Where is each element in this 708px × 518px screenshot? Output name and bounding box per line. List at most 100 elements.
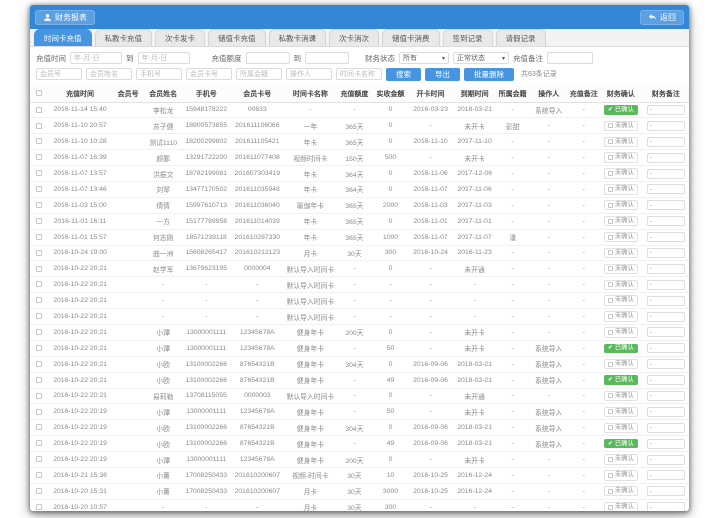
finance-remark-input[interactable] (647, 375, 685, 385)
tab-7[interactable]: 签到记录 (443, 29, 493, 46)
finance-remark-input[interactable] (647, 169, 685, 179)
finance-status-select[interactable]: 所有 ▾ (399, 52, 449, 64)
finance-remark-input[interactable] (647, 264, 685, 274)
finance-remark-input[interactable] (647, 216, 685, 226)
unconfirmed-checkbox[interactable]: 未确认 (604, 280, 638, 290)
finance-remark-input[interactable] (647, 455, 685, 465)
tab-1[interactable]: 私教卡充值 (95, 29, 153, 46)
finance-remark-input[interactable] (647, 184, 685, 194)
row-checkbox[interactable] (36, 313, 42, 319)
row-checkbox[interactable] (36, 361, 42, 367)
row-checkbox[interactable] (36, 409, 42, 415)
filter-input-0[interactable] (36, 68, 82, 80)
row-checkbox[interactable] (36, 154, 42, 160)
date-from-input[interactable] (70, 52, 122, 64)
select-all-checkbox[interactable] (36, 90, 42, 96)
unconfirmed-checkbox[interactable]: 未确认 (604, 200, 638, 210)
amount-from-input[interactable] (246, 52, 290, 64)
back-button[interactable]: 返回 (640, 10, 684, 25)
finance-remark-input[interactable] (647, 248, 685, 258)
filter-input-6[interactable] (336, 68, 382, 80)
finance-remark-input[interactable] (647, 470, 685, 480)
export-button[interactable]: 导出 (425, 68, 460, 81)
row-checkbox[interactable] (36, 345, 42, 351)
unconfirmed-checkbox[interactable]: 未确认 (604, 216, 638, 226)
finance-remark-input[interactable] (647, 105, 685, 115)
unconfirmed-checkbox[interactable]: 未确认 (604, 295, 638, 305)
unconfirmed-checkbox[interactable]: 未确认 (604, 232, 638, 242)
unconfirmed-checkbox[interactable]: 未确认 (604, 454, 638, 464)
tab-5[interactable]: 次卡消次 (329, 29, 379, 46)
finance-remark-input[interactable] (647, 200, 685, 210)
filter-input-5[interactable] (286, 68, 332, 80)
finance-remark-input[interactable] (647, 280, 685, 290)
row-checkbox[interactable] (36, 281, 42, 287)
finance-remark-input[interactable] (647, 343, 685, 353)
row-checkbox[interactable] (36, 393, 42, 399)
unconfirmed-checkbox[interactable]: 未确认 (604, 184, 638, 194)
unconfirmed-checkbox[interactable]: 未确认 (604, 486, 638, 496)
finance-remark-input[interactable] (647, 502, 685, 511)
unconfirmed-checkbox[interactable]: 未确认 (604, 359, 638, 369)
row-checkbox[interactable] (36, 456, 42, 462)
row-checkbox[interactable] (36, 440, 42, 446)
unconfirmed-checkbox[interactable]: 未确认 (604, 248, 638, 258)
row-checkbox[interactable] (36, 504, 42, 510)
row-checkbox[interactable] (36, 329, 42, 335)
state-select[interactable]: 正常状态 ▾ (453, 52, 509, 64)
tab-8[interactable]: 请假记录 (496, 29, 546, 46)
row-checkbox[interactable] (36, 250, 42, 256)
finance-remark-input[interactable] (647, 423, 685, 433)
row-checkbox[interactable] (36, 202, 42, 208)
amount-to-input[interactable] (305, 52, 349, 64)
row-checkbox[interactable] (36, 170, 42, 176)
unconfirmed-checkbox[interactable]: 未确认 (604, 121, 638, 131)
filter-input-2[interactable] (136, 68, 182, 80)
finance-remark-input[interactable] (647, 312, 685, 322)
tab-2[interactable]: 次卡发卡 (155, 29, 205, 46)
tab-4[interactable]: 私教卡消课 (269, 29, 327, 46)
finance-remark-input[interactable] (647, 486, 685, 496)
row-checkbox[interactable] (36, 234, 42, 240)
row-checkbox[interactable] (36, 186, 42, 192)
row-checkbox[interactable] (36, 123, 42, 129)
search-button[interactable]: 搜索 (386, 68, 421, 81)
date-to-input[interactable] (138, 52, 190, 64)
filter-input-1[interactable] (86, 68, 132, 80)
row-checkbox[interactable] (36, 488, 42, 494)
finance-remark-input[interactable] (647, 327, 685, 337)
unconfirmed-checkbox[interactable]: 未确认 (604, 137, 638, 147)
row-checkbox[interactable] (36, 424, 42, 430)
unconfirmed-checkbox[interactable]: 未确认 (604, 168, 638, 178)
finance-remark-input[interactable] (647, 391, 685, 401)
finance-remark-input[interactable] (647, 137, 685, 147)
unconfirmed-checkbox[interactable]: 未确认 (604, 327, 638, 337)
unconfirmed-checkbox[interactable]: 未确认 (604, 311, 638, 321)
tab-6[interactable]: 储值卡消费 (382, 29, 440, 46)
filter-input-4[interactable] (236, 68, 282, 80)
recharge-remark-input[interactable] (547, 52, 593, 64)
row-checkbox[interactable] (36, 472, 42, 478)
finance-remark-input[interactable] (647, 153, 685, 163)
row-checkbox[interactable] (36, 138, 42, 144)
unconfirmed-checkbox[interactable]: 未确认 (604, 423, 638, 433)
unconfirmed-checkbox[interactable]: 未确认 (604, 391, 638, 401)
tab-3[interactable]: 储值卡充值 (208, 29, 266, 46)
row-checkbox[interactable] (36, 107, 42, 113)
row-checkbox[interactable] (36, 377, 42, 383)
report-title-button[interactable]: 财务报表 (35, 10, 95, 25)
finance-remark-input[interactable] (647, 232, 685, 242)
unconfirmed-checkbox[interactable]: 未确认 (604, 264, 638, 274)
unconfirmed-checkbox[interactable]: 未确认 (604, 502, 638, 511)
row-checkbox[interactable] (36, 297, 42, 303)
finance-remark-input[interactable] (647, 121, 685, 131)
finance-remark-input[interactable] (647, 296, 685, 306)
batch-delete-button[interactable]: 批量删除 (464, 68, 514, 81)
unconfirmed-checkbox[interactable]: 未确认 (604, 407, 638, 417)
row-checkbox[interactable] (36, 266, 42, 272)
unconfirmed-checkbox[interactable]: 未确认 (604, 470, 638, 480)
filter-input-3[interactable] (186, 68, 232, 80)
tab-0[interactable]: 时间卡充值 (34, 29, 92, 46)
finance-remark-input[interactable] (647, 439, 685, 449)
unconfirmed-checkbox[interactable]: 未确认 (604, 152, 638, 162)
